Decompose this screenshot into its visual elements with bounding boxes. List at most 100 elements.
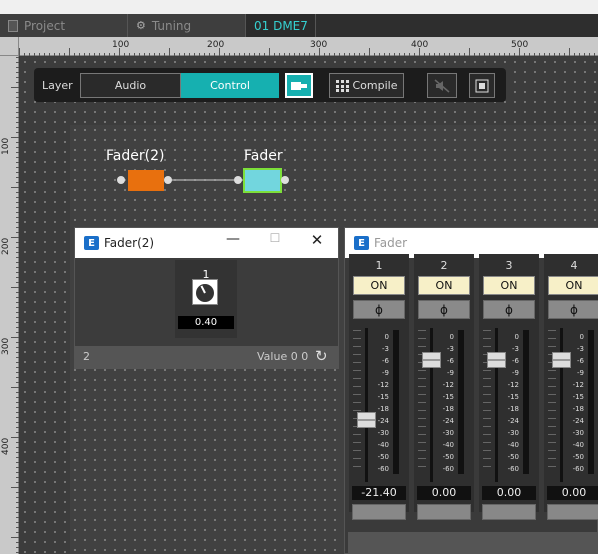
document-icon	[8, 19, 18, 32]
maximize-button[interactable]: ☐	[265, 231, 285, 245]
level-meter	[393, 330, 399, 474]
ruler-corner	[0, 37, 19, 56]
tab-dme7[interactable]: 01 DME7	[246, 14, 316, 37]
level-meter	[458, 330, 464, 474]
plug-icon	[291, 81, 307, 90]
footer-left: 2	[83, 350, 90, 363]
node-graph	[117, 168, 289, 193]
tab-project-label: Project	[24, 18, 66, 33]
level-meter	[588, 330, 594, 474]
ruler-tick-label: 200	[207, 40, 225, 50]
fader-value[interactable]: 0.00	[417, 486, 471, 500]
snapshot-button[interactable]	[469, 73, 495, 98]
mute-button[interactable]	[427, 73, 457, 98]
tuning-grid-icon: ⚙	[136, 19, 146, 32]
fader2-block[interactable]	[128, 170, 164, 191]
on-button[interactable]: ON	[353, 276, 405, 295]
fader2-footer: 2 Value 0 0 ↻	[75, 346, 338, 368]
footer-right: Value 0 0	[257, 350, 309, 363]
minimize-button[interactable]: —	[223, 231, 243, 247]
db-scale-label: -60	[572, 465, 584, 473]
layer-audio-label: Audio	[114, 79, 147, 92]
output-port[interactable]	[281, 176, 289, 184]
channel-number: 2	[440, 259, 448, 272]
phase-invert-button[interactable]: ϕ	[483, 300, 535, 319]
layer-label: Layer	[42, 78, 73, 92]
ruler-tick-label: 200	[1, 237, 11, 255]
channel-number: 1	[375, 259, 383, 272]
compile-grid-icon	[335, 79, 349, 92]
channel-number: 3	[505, 259, 513, 272]
on-button[interactable]: ON	[418, 276, 470, 295]
speaker-muted-icon	[434, 78, 450, 93]
node-label-fader2: Fader(2)	[106, 148, 165, 164]
fader-value[interactable]: 0.00	[547, 486, 598, 500]
tab-tuning[interactable]: ⚙ Tuning	[128, 14, 246, 37]
ruler-tick-label: 300	[310, 40, 328, 50]
fader-channel: 3 ON ϕ 0 -3 -6 -9 -12 -15 -18 -24 -30 -40 -50 -60 0.00	[479, 254, 539, 520]
tab-dme7-label: 01 DME7	[254, 18, 308, 33]
compile-label: Compile	[352, 79, 398, 92]
app-logo-icon: E	[84, 236, 99, 250]
fader-window: E Fader 1 ON ϕ 0 -3 -6 -9 -12 -15 -18 -24 -30 -40 -50…	[344, 227, 598, 554]
fader-channel: 1 ON ϕ 0 -3 -6 -9 -12 -15 -18 -24 -30 -40 -50 -60 -21.4…	[349, 254, 409, 520]
fader-value[interactable]: 0.00	[482, 486, 536, 500]
on-button[interactable]: ON	[548, 276, 598, 295]
ruler-tick-label: 100	[1, 137, 11, 155]
layer-control-label: Control	[210, 79, 250, 92]
fader2-window: E Fader(2) — ☐ ✕ 1 0.40 2 Value 0 0 ↻	[74, 227, 339, 369]
fader-channel: 4 ON ϕ 0 -3 -6 -9 -12 -15 -18 -24 -30 -40 -50 -60 0.00	[544, 254, 598, 520]
db-scale: 0 -3 -6 -9 -12 -15 -18 -24 -30 -40 -50 -60	[501, 333, 519, 478]
db-scale: 0 -3 -6 -9 -12 -15 -18 -24 -30 -40 -50 -60	[371, 333, 389, 478]
fader-track[interactable]	[365, 328, 368, 482]
knob-channel: 1 0.40	[175, 260, 237, 338]
snapshot-icon	[475, 79, 489, 92]
connect-mode-button[interactable]	[285, 73, 313, 98]
phase-invert-button[interactable]: ϕ	[418, 300, 470, 319]
input-port[interactable]	[234, 176, 242, 184]
channel-name-button[interactable]	[352, 504, 406, 520]
close-button[interactable]: ✕	[307, 231, 327, 249]
fader2-titlebar: E Fader(2) — ☐ ✕	[75, 228, 338, 258]
node-label-fader: Fader	[244, 148, 283, 164]
layer-audio-button[interactable]: Audio	[80, 73, 181, 98]
fader-ticks	[353, 330, 361, 474]
knob-value: 0.40	[178, 316, 234, 329]
phase-invert-button[interactable]: ϕ	[548, 300, 598, 319]
tab-bar: Project ⚙ Tuning 01 DME7	[0, 0, 598, 37]
db-scale-label: -60	[442, 465, 454, 473]
db-scale-label: -60	[377, 465, 389, 473]
output-port[interactable]	[164, 176, 172, 184]
ruler-tick-label: 500	[511, 40, 529, 50]
layer-control-button[interactable]: Control	[181, 73, 279, 98]
fader-title: Fader	[374, 236, 408, 250]
fader2-title: Fader(2)	[104, 236, 155, 250]
app-window: Project ⚙ Tuning 01 DME7 100 200 300 400…	[0, 0, 598, 554]
ruler-tick-label: 400	[411, 40, 429, 50]
ruler-tick-label: 100	[112, 40, 130, 50]
db-scale: 0 -3 -6 -9 -12 -15 -18 -24 -30 -40 -50 -60	[436, 333, 454, 478]
level-meter	[523, 330, 529, 474]
fader-block[interactable]	[243, 168, 282, 193]
tab-tuning-label: Tuning	[151, 18, 192, 33]
compile-button[interactable]: Compile	[329, 73, 404, 98]
ruler-horizontal: 100 200 300 400 500	[19, 37, 598, 56]
refresh-icon[interactable]: ↻	[315, 347, 328, 365]
fader-value[interactable]: -21.40	[352, 486, 406, 500]
channel-number: 4	[570, 259, 578, 272]
ruler-tick-label: 300	[1, 337, 11, 355]
phase-invert-button[interactable]: ϕ	[353, 300, 405, 319]
db-scale: 0 -3 -6 -9 -12 -15 -18 -24 -30 -40 -50 -60	[566, 333, 584, 478]
db-scale-label: -60	[507, 465, 519, 473]
tab-project[interactable]: Project	[0, 14, 128, 37]
fader-channel: 2 ON ϕ 0 -3 -6 -9 -12 -15 -18 -24 -30 -40 -50 -60 0.00	[414, 254, 474, 520]
knob-control[interactable]	[192, 279, 218, 305]
channel-name-button[interactable]	[482, 504, 536, 520]
channel-name-button[interactable]	[417, 504, 471, 520]
ruler-tick-label: 400	[1, 437, 11, 455]
on-button[interactable]: ON	[483, 276, 535, 295]
channel-name-button[interactable]	[547, 504, 598, 520]
input-port[interactable]	[117, 176, 125, 184]
ruler-vertical: 100 200 300 400	[0, 37, 19, 554]
fader-footer-bar	[348, 532, 598, 554]
